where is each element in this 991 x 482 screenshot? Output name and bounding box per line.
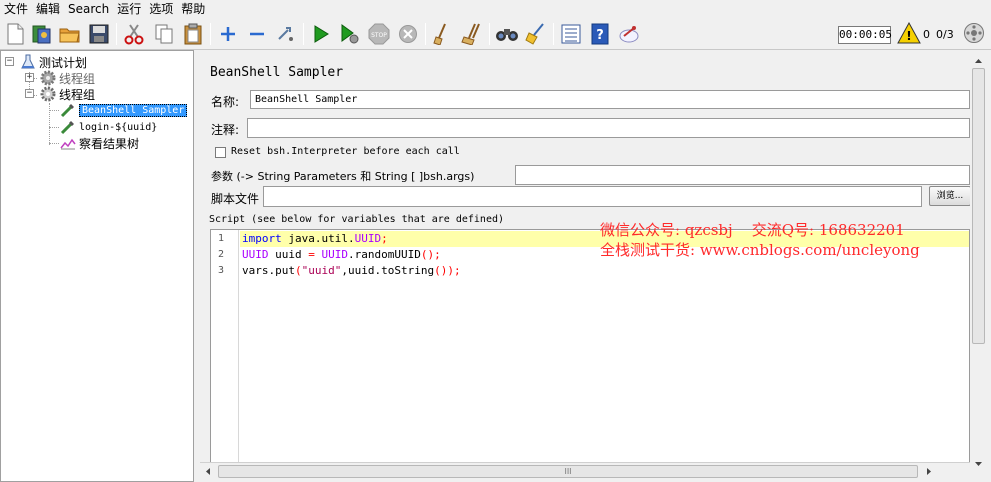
clear-all-icon[interactable] <box>460 22 484 46</box>
watermark-text: 微信公众号: qzcsbj 交流Q号: 168632201 全栈测试干货: ww… <box>600 220 920 260</box>
chart-icon <box>60 135 76 151</box>
tree-node-thread-group-2[interactable]: 线程组 <box>40 86 95 102</box>
pipette-icon <box>60 119 76 135</box>
line-number: 3 <box>217 265 224 276</box>
remote-status-icon <box>963 22 987 46</box>
collapse-icon[interactable] <box>245 22 269 46</box>
toggle-icon[interactable] <box>274 22 298 46</box>
line-number: 1 <box>217 233 224 244</box>
warning-count: 0 <box>923 28 930 41</box>
browse-button[interactable]: 浏览... <box>929 186 971 206</box>
code-line-3: vars.put("uuid",uuid.toString()); <box>242 264 461 277</box>
svg-text:!: ! <box>906 29 911 43</box>
editor-horizontal-scrollbar[interactable]: III <box>200 462 970 479</box>
templates-icon[interactable] <box>30 22 54 46</box>
menu-run[interactable]: 运行 <box>115 1 147 17</box>
horizontal-scroll-thumb[interactable]: III <box>218 465 918 478</box>
save-icon[interactable] <box>87 22 111 46</box>
watermark-line-2: 全栈测试干货: www.cnblogs.com/uncleyong <box>600 241 920 259</box>
scroll-right-arrow-icon[interactable] <box>923 466 934 477</box>
menu-options[interactable]: 选项 <box>147 1 179 17</box>
comment-field[interactable] <box>247 118 970 138</box>
menu-edit[interactable]: 编辑 <box>34 1 66 17</box>
menu-search[interactable]: Search <box>66 1 115 17</box>
copy-icon[interactable] <box>152 22 176 46</box>
tree-node-login-sampler[interactable]: login-${uuid} <box>60 119 157 135</box>
line-number-gutter: 1 2 3 <box>211 230 239 464</box>
tree-label-login-sampler: login-${uuid} <box>79 121 158 133</box>
parameters-label: 参数 (-> String Parameters 和 String [ ]bsh… <box>211 170 475 183</box>
new-icon[interactable] <box>3 22 27 46</box>
flask-icon <box>20 54 36 70</box>
script-file-label: 脚本文件 <box>211 192 260 206</box>
stop-icon[interactable]: STOP <box>367 22 391 46</box>
function-helper-icon[interactable] <box>559 22 583 46</box>
svg-text:STOP: STOP <box>371 32 387 39</box>
tree-node-test-plan[interactable]: 测试计划 <box>20 54 87 70</box>
group1-expand-toggle[interactable]: + <box>25 73 34 82</box>
shutdown-icon[interactable] <box>396 22 420 46</box>
tree-label-view-results-tree: 察看结果树 <box>79 136 140 151</box>
group2-collapse-toggle[interactable]: − <box>25 89 34 98</box>
code-line-2: UUID uuid = UUID.randomUUID(); <box>242 248 441 261</box>
elapsed-time: 00:00:05 <box>838 26 892 44</box>
root-collapse-toggle[interactable]: − <box>5 57 14 66</box>
tree-node-beanshell-sampler[interactable]: BeanShell Sampler <box>60 102 188 118</box>
menu-bar: 文件 编辑 Search 运行 选项 帮助 <box>0 0 991 17</box>
script-editor[interactable]: 1 2 3 import java.util.UUID; UUID uuid =… <box>210 229 970 465</box>
name-field[interactable]: BeanShell Sampler <box>250 90 970 109</box>
active-threads: 0/3 <box>936 28 954 41</box>
code-line-1: import java.util.UUID; <box>242 232 388 245</box>
sampler-editor-panel: BeanShell Sampler 名称: BeanShell Sampler … <box>200 50 971 482</box>
scroll-down-arrow-icon[interactable] <box>973 458 984 469</box>
name-label: 名称: <box>211 95 240 109</box>
tree-label-test-plan: 测试计划 <box>39 55 88 70</box>
parameters-field[interactable] <box>515 165 970 185</box>
search-icon[interactable] <box>495 22 519 46</box>
scroll-up-arrow-icon[interactable] <box>973 56 984 67</box>
warning-icon[interactable]: ! <box>897 21 921 46</box>
vertical-scroll-thumb[interactable] <box>972 68 985 344</box>
vertical-scrollbar[interactable] <box>970 50 987 482</box>
help-icon[interactable]: ? <box>588 22 612 46</box>
open-icon[interactable] <box>58 22 82 46</box>
start-no-pause-icon[interactable] <box>338 22 362 46</box>
scroll-left-arrow-icon[interactable] <box>203 466 214 477</box>
reset-interpreter-label: Reset bsh.Interpreter before each call <box>231 146 460 157</box>
menu-file[interactable]: 文件 <box>2 1 34 17</box>
gear-icon <box>40 70 56 86</box>
tree-node-thread-group-1[interactable]: 线程组 <box>40 70 95 86</box>
start-icon[interactable] <box>309 22 333 46</box>
cut-icon[interactable] <box>122 22 146 46</box>
reset-interpreter-checkbox[interactable] <box>215 147 226 158</box>
menu-help[interactable]: 帮助 <box>179 1 211 17</box>
reset-search-icon[interactable] <box>524 22 548 46</box>
clear-icon[interactable] <box>431 22 455 46</box>
expand-icon[interactable] <box>216 22 240 46</box>
watermark-line-1: 微信公众号: qzcsbj 交流Q号: 168632201 <box>600 221 905 239</box>
scroll-thumb-grip: III <box>564 467 572 476</box>
paste-icon[interactable] <box>181 22 205 46</box>
tree-node-view-results-tree[interactable]: 察看结果树 <box>60 135 139 151</box>
remote-icon[interactable] <box>617 22 641 46</box>
test-plan-tree[interactable]: − 测试计划 + 线程组 − 线程组 BeanShell Sampler log… <box>0 50 194 482</box>
tree-label-thread-group-1: 线程组 <box>59 71 96 86</box>
tree-label-thread-group-2: 线程组 <box>59 87 96 102</box>
page-title: BeanShell Sampler <box>210 65 344 80</box>
comment-label: 注释: <box>211 123 240 137</box>
script-file-field[interactable] <box>263 186 922 207</box>
tree-label-beanshell-sampler: BeanShell Sampler <box>79 103 188 117</box>
script-label: Script (see below for variables that are… <box>209 214 505 225</box>
line-number: 2 <box>217 249 224 260</box>
pipette-icon <box>60 102 76 118</box>
svg-text:?: ? <box>596 28 604 43</box>
gear-icon <box>40 86 56 102</box>
